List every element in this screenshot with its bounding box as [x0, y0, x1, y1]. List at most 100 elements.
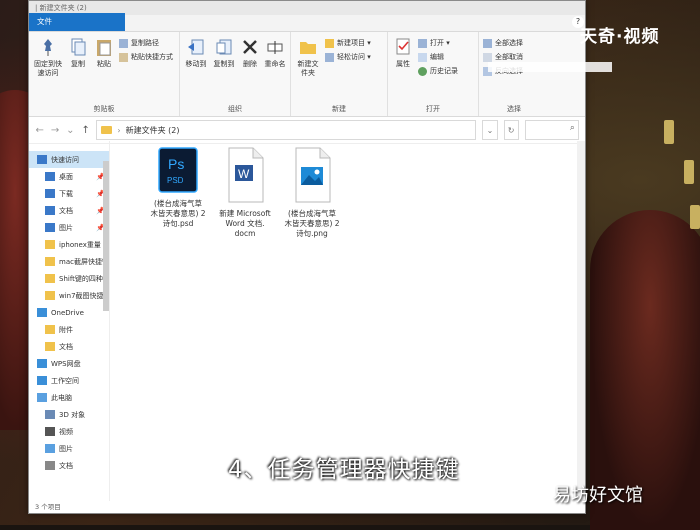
nav-item[interactable]: 文档: [29, 338, 109, 355]
paste-shortcut-button[interactable]: 粘贴快捷方式: [119, 52, 173, 62]
content-scrollbar[interactable]: [577, 141, 585, 501]
properties-icon: [396, 38, 410, 55]
address-bar-row: ← → ⌄ ↑ › 新建文件夹 (2) ⌄ ↻ ⌕: [29, 117, 585, 144]
item-count: 3 个项目: [35, 503, 61, 511]
easy-access-button[interactable]: 轻松访问 ▾: [325, 52, 371, 62]
select-none-button[interactable]: 全部取消: [483, 52, 523, 62]
rename-button[interactable]: 重命名: [264, 36, 286, 69]
nav-item-icon: [45, 189, 55, 198]
nav-item[interactable]: 图片: [29, 440, 109, 457]
open-icon: [418, 38, 427, 48]
nav-item[interactable]: 文档: [29, 457, 109, 474]
nav-item[interactable]: 工作空间: [29, 372, 109, 389]
nav-item-label: 视频: [59, 427, 73, 436]
nav-item-icon: [45, 427, 55, 436]
nav-item[interactable]: Shift键的四种功能: [29, 270, 109, 287]
nav-item-icon: [45, 206, 55, 215]
nav-item-icon: [45, 461, 55, 470]
back-arrow-icon[interactable]: ←: [35, 125, 44, 136]
nav-item[interactable]: mac截屏快捷键: [29, 253, 109, 270]
recent-dropdown-icon[interactable]: ⌄: [66, 125, 75, 136]
search-icon: ⌕: [569, 123, 575, 133]
history-button[interactable]: 历史记录: [418, 66, 458, 76]
paste-shortcut-icon: [119, 52, 128, 62]
nav-scrollbar[interactable]: [103, 161, 109, 311]
ribbon-tabs: 文件 主页 共享 查看: [29, 13, 585, 32]
nav-item-icon: [45, 257, 55, 266]
nav-item-icon: [45, 342, 55, 351]
paste-button[interactable]: 粘贴: [93, 36, 115, 69]
move-to-button[interactable]: 移动到: [184, 36, 208, 69]
nav-item-label: 文档: [59, 206, 73, 215]
nav-item[interactable]: 附件: [29, 321, 109, 338]
window-title: | 新建文件夹 (2): [35, 4, 87, 12]
address-dropdown-button[interactable]: ⌄: [482, 120, 498, 140]
select-all-button[interactable]: 全部选择: [483, 38, 523, 48]
move-to-icon: [188, 39, 204, 55]
nav-item-icon: [45, 444, 55, 453]
delete-icon: [243, 40, 257, 54]
nav-item[interactable]: OneDrive: [29, 304, 109, 321]
pin-quick-access-button[interactable]: 固定到快速访问: [33, 36, 63, 78]
copy-path-button[interactable]: 复制路径: [119, 38, 173, 48]
nav-item[interactable]: win7截图快捷键ct: [29, 287, 109, 304]
nav-item[interactable]: iphonex重量: [29, 236, 109, 253]
delete-button[interactable]: 删除: [240, 36, 260, 69]
copy-button[interactable]: 复制: [67, 36, 89, 69]
up-arrow-icon[interactable]: ↑: [81, 125, 90, 136]
nav-item[interactable]: 下载 📌: [29, 185, 109, 202]
svg-text:W: W: [238, 167, 250, 181]
watermark: 易坊好文馆: [553, 485, 643, 506]
file-name-line: (楼台成海气草: [288, 209, 336, 218]
nav-item-icon: [45, 410, 55, 419]
nav-item[interactable]: 文档 📌: [29, 202, 109, 219]
video-subtitle: 4、任务管理器快捷键: [228, 457, 460, 483]
file-content-pane: Ps PSD (楼台成海气草 木皆天春意思) 2 诗句.psd W 新建 Mic…: [110, 141, 585, 501]
tab-file[interactable]: 文件: [29, 13, 125, 31]
background-window-light: [684, 160, 694, 184]
nav-item-icon: [37, 359, 47, 368]
nav-item[interactable]: 图片 📌: [29, 219, 109, 236]
group-label-open: 打开: [426, 105, 440, 113]
copy-to-icon: [216, 39, 232, 55]
nav-item-icon: [45, 240, 55, 249]
address-bar[interactable]: › 新建文件夹 (2): [96, 120, 477, 140]
navigation-pane: 快速访问 桌面 📌 下载 📌 文档 📌 图片 📌 iphonex重量 mac截屏快捷键 Shift键的…: [29, 141, 110, 501]
nav-item-label: 下载: [59, 189, 73, 198]
properties-button[interactable]: 属性: [392, 36, 414, 69]
new-folder-button[interactable]: 新建文件夹: [295, 36, 321, 78]
open-button[interactable]: 打开 ▾: [418, 38, 458, 48]
nav-item-icon: [45, 291, 55, 300]
group-label-clipboard: 剪贴板: [93, 105, 115, 113]
nav-item[interactable]: 此电脑: [29, 389, 109, 406]
edit-icon: [418, 52, 427, 62]
nav-item-label: OneDrive: [51, 308, 84, 317]
group-label-new: 新建: [332, 105, 346, 113]
file-name-line: 木皆天春意思) 2: [284, 219, 340, 228]
nav-item[interactable]: 视频: [29, 423, 109, 440]
nav-item[interactable]: 3D 对象: [29, 406, 109, 423]
search-input[interactable]: ⌕: [524, 120, 579, 140]
brand-logo-text: 天奇·视频: [580, 27, 660, 47]
nav-item-icon: [45, 223, 55, 232]
nav-item-icon: [37, 376, 47, 385]
copy-to-button[interactable]: 复制到: [212, 36, 236, 69]
nav-item[interactable]: WPS网盘: [29, 355, 109, 372]
address-path: 新建文件夹 (2): [125, 125, 180, 135]
nav-item-label: win7截图快捷键ct: [59, 291, 109, 300]
nav-item-icon: [45, 172, 55, 181]
breadcrumb-separator-icon: ›: [117, 125, 121, 135]
file-item-png[interactable]: (楼台成海气草 木皆天春意思) 2 诗句.png: [272, 147, 352, 239]
history-icon: [418, 66, 427, 76]
new-item-button[interactable]: 新建项目 ▾: [325, 38, 371, 48]
nav-item[interactable]: 快速访问: [29, 151, 109, 168]
word-file-icon: W: [228, 147, 264, 203]
background-window-light: [664, 120, 674, 144]
svg-text:PSD: PSD: [167, 176, 184, 185]
forward-arrow-icon[interactable]: →: [50, 125, 59, 136]
pin-icon: [44, 39, 52, 56]
refresh-button[interactable]: ↻: [503, 120, 519, 140]
edit-button[interactable]: 编辑: [418, 52, 458, 62]
ribbon: 固定到快速访问 复制 粘贴 复制路径 粘贴快捷方式 剪贴板 移动到 复制到 删除…: [29, 32, 585, 117]
nav-item[interactable]: 桌面 📌: [29, 168, 109, 185]
